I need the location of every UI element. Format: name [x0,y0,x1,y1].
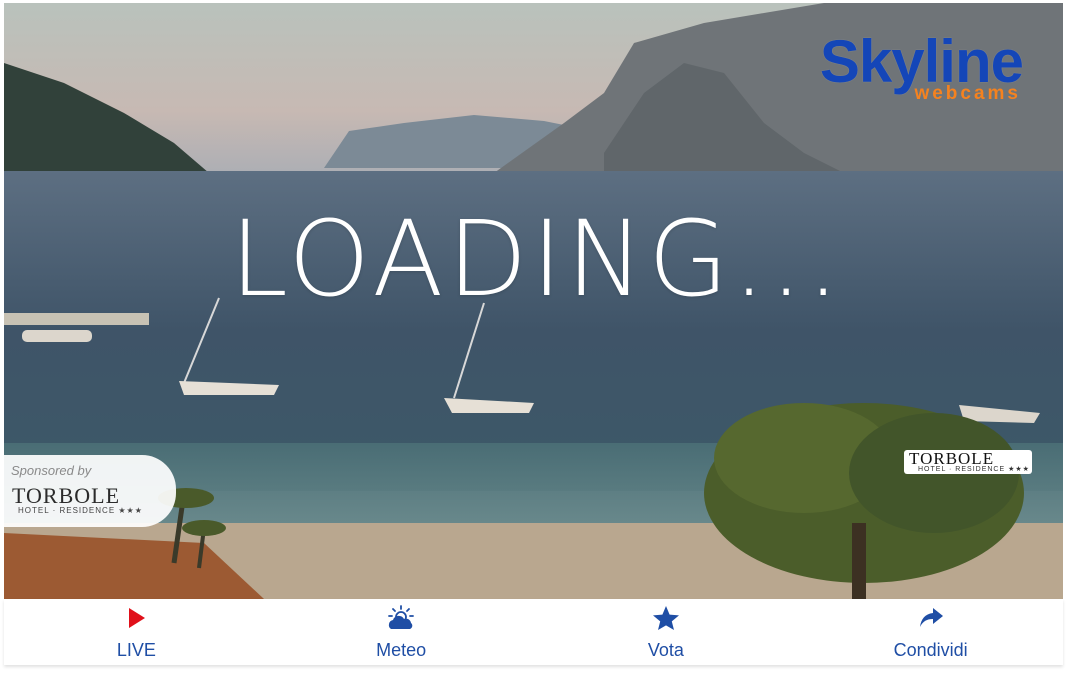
sponsor-label: Sponsored by [11,463,92,478]
live-label: LIVE [116,640,156,660]
vota-button[interactable]: Vota [534,599,799,665]
sponsor-badge[interactable]: Sponsored by TORBOLE HOTEL · RESIDENCE ★… [4,455,176,527]
weather-icon [388,605,415,629]
play-icon [129,608,146,628]
torbole-watermark: TORBOLE HOTEL · RESIDENCE ★★★ [904,449,1032,474]
condividi-label: Condividi [893,640,968,660]
share-icon [919,608,943,627]
player-toolbar: LIVE Meteo Vota Condividi [4,599,1063,665]
live-button[interactable]: LIVE [4,599,269,665]
vota-label: Vota [647,640,684,660]
skyline-webcams-logo: Skyline webcams [723,31,1024,107]
star-icon [652,606,679,630]
loading-indicator: LOADING... [230,198,844,320]
webcam-player[interactable]: Skyline webcams LOADING... Sponsored by … [4,3,1063,599]
watermark-subtitle: HOTEL · RESIDENCE ★★★ [918,466,1030,473]
sponsor-subtitle: HOTEL · RESIDENCE ★★★ [18,506,143,515]
brand-tagline: webcams [914,83,1021,104]
meteo-button[interactable]: Meteo [269,599,534,665]
condividi-button[interactable]: Condividi [798,599,1063,665]
meteo-label: Meteo [376,640,427,660]
